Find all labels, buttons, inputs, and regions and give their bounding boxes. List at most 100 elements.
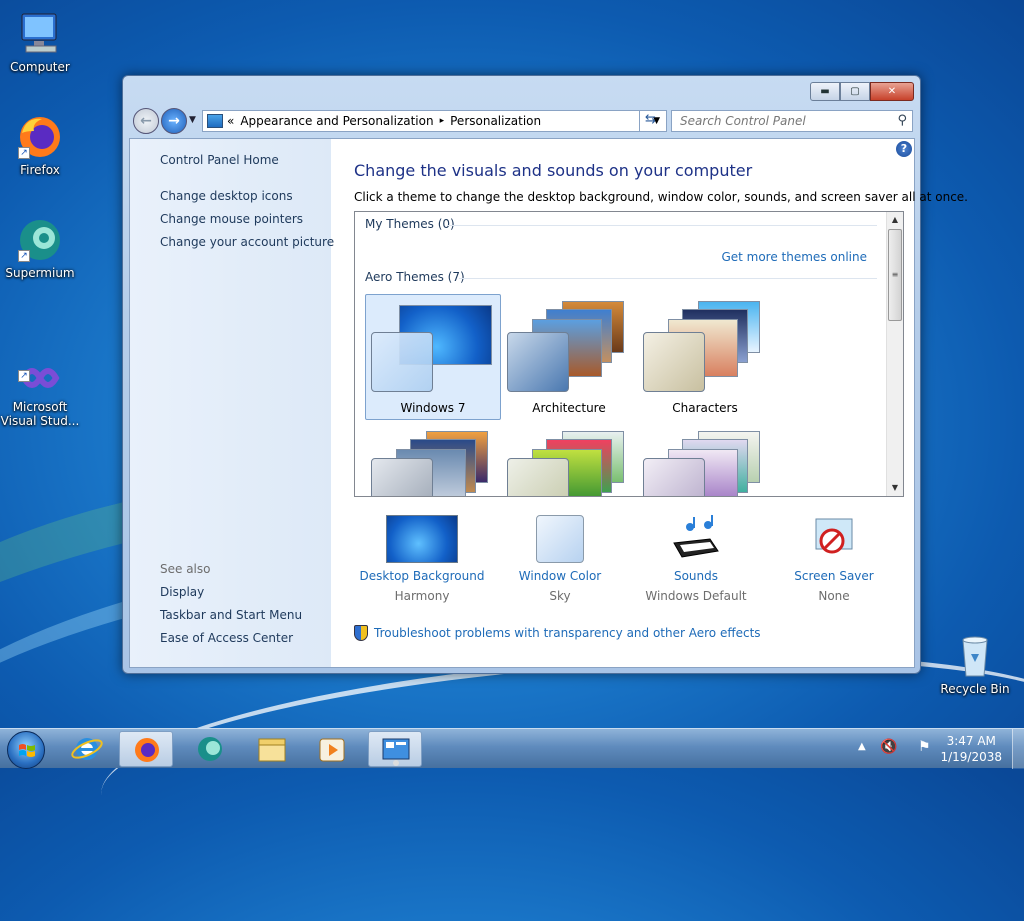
sounds-setting[interactable]: Sounds Windows Default — [626, 515, 766, 603]
taskbar-supermium[interactable] — [183, 731, 237, 767]
troubleshoot-link-text[interactable]: Troubleshoot problems with transparency … — [374, 626, 761, 640]
volume-muted-icon[interactable]: 🔇 — [880, 739, 897, 755]
task-pane: Control Panel Home Change desktop icons … — [130, 139, 334, 667]
screen-saver-icon — [808, 515, 860, 563]
desktop-background-thumbnail — [386, 515, 458, 563]
control-panel-home-link[interactable]: Control Panel Home — [160, 153, 279, 167]
action-center-flag-icon[interactable]: ⚑ — [918, 739, 931, 755]
refresh-icon[interactable]: ⇆ — [639, 110, 661, 132]
theme-architecture[interactable]: Architecture — [501, 294, 637, 420]
breadcrumb-overflow[interactable]: « — [227, 114, 234, 128]
close-button[interactable]: ✕ — [870, 82, 914, 101]
setting-title[interactable]: Sounds — [626, 569, 766, 583]
media-player-icon — [319, 738, 345, 762]
desktop-icon-recycle-bin[interactable]: Recycle Bin — [935, 632, 1015, 696]
breadcrumb-separator-icon[interactable]: ▸ — [440, 116, 445, 126]
desktop-icon-visual-studio[interactable]: ↗ Microsoft Visual Stud... — [0, 330, 80, 442]
desktop-icon-computer[interactable]: Computer — [0, 10, 80, 74]
show-hidden-icons-icon[interactable]: ▲ — [858, 741, 866, 752]
back-button[interactable]: ← — [133, 108, 159, 134]
setting-value: Windows Default — [645, 589, 747, 603]
change-account-picture-link[interactable]: Change your account picture — [160, 235, 334, 249]
taskbar-media-player[interactable] — [305, 731, 359, 767]
search-input[interactable]: Search Control Panel ⚲ — [671, 110, 913, 132]
setting-title[interactable]: Window Color — [490, 569, 630, 583]
search-icon[interactable]: ⚲ — [897, 113, 907, 128]
visual-studio-icon: ↗ — [16, 344, 64, 388]
theme-partial-1[interactable] — [365, 424, 501, 496]
taskbar-firefox[interactable] — [119, 731, 173, 767]
supermium-icon — [198, 737, 222, 761]
forward-button[interactable]: → — [161, 108, 187, 134]
theme-windows-7[interactable]: Windows 7 — [365, 294, 501, 420]
desktop-icon-firefox[interactable]: ↗ Firefox — [0, 113, 80, 177]
scroll-down-icon[interactable]: ▼ — [887, 480, 903, 496]
setting-title[interactable]: Desktop Background — [352, 569, 492, 583]
ease-of-access-link[interactable]: Ease of Access Center — [160, 631, 293, 645]
page-description: Click a theme to change the desktop back… — [354, 190, 968, 204]
screen-saver-setting[interactable]: Screen Saver None — [764, 515, 904, 603]
minimize-button[interactable]: ▬ — [810, 82, 840, 101]
theme-label: Characters — [672, 401, 738, 415]
troubleshoot-link[interactable]: Troubleshoot problems with transparency … — [354, 625, 761, 641]
theme-list-scrollbar[interactable]: ▲ ≡ ▼ — [886, 212, 903, 496]
recycle-bin-icon — [951, 632, 999, 680]
internet-explorer-icon — [71, 738, 103, 760]
my-themes-group-label: My Themes (0) — [365, 217, 455, 231]
setting-value: Harmony — [394, 589, 450, 603]
theme-color-swatch — [371, 332, 433, 392]
control-panel-icon — [382, 738, 410, 766]
clock-date: 1/19/2038 — [940, 750, 1002, 764]
group-divider — [459, 278, 877, 279]
windows-logo-icon — [19, 744, 35, 757]
taskbar-control-panel[interactable] — [368, 731, 422, 767]
page-title: Change the visuals and sounds on your co… — [354, 161, 753, 180]
setting-title[interactable]: Screen Saver — [764, 569, 904, 583]
theme-list: My Themes (0) Get more themes online Aer… — [354, 211, 904, 497]
setting-value: None — [818, 589, 850, 603]
taskbar-internet-explorer[interactable] — [60, 731, 114, 767]
clock[interactable]: 3:47 AM 1/19/2038 — [940, 733, 1002, 765]
notification-area: ▲ 🔇 ⚑ 3:47 AM 1/19/2038 — [834, 729, 1024, 769]
taskbar-explorer[interactable] — [245, 731, 299, 767]
display-link[interactable]: Display — [160, 585, 204, 599]
desktop-icon-label: Microsoft Visual Stud... — [0, 400, 80, 428]
firefox-icon — [135, 738, 159, 762]
aero-themes-group-label: Aero Themes (7) — [365, 270, 465, 284]
breadcrumb-appearance[interactable]: Appearance and Personalization — [240, 114, 433, 128]
start-button[interactable] — [7, 731, 45, 769]
taskbar: ▲ 🔇 ⚑ 3:47 AM 1/19/2038 — [0, 728, 1024, 769]
recent-pages-dropdown-icon[interactable]: ▼ — [189, 115, 196, 125]
theme-settings-row: Desktop Background Harmony Window Color … — [354, 515, 874, 615]
computer-icon — [16, 10, 64, 58]
caption-buttons: ▬ ▢ ✕ — [810, 82, 914, 101]
change-mouse-pointers-link[interactable]: Change mouse pointers — [160, 212, 303, 226]
desktop-icon-supermium[interactable]: ↗ Supermium — [0, 216, 80, 280]
taskbar-start-menu-link[interactable]: Taskbar and Start Menu — [160, 608, 302, 622]
get-more-themes-link[interactable]: Get more themes online — [721, 250, 867, 264]
desktop-background-setting[interactable]: Desktop Background Harmony — [352, 515, 492, 603]
theme-partial-2[interactable] — [501, 424, 637, 496]
scrollbar-thumb[interactable]: ≡ — [888, 229, 902, 321]
window-content: Control Panel Home Change desktop icons … — [129, 138, 968, 668]
address-bar[interactable]: « Appearance and Personalization ▸ Perso… — [202, 110, 667, 132]
help-icon[interactable]: ? — [896, 141, 912, 157]
theme-partial-3[interactable] — [637, 424, 773, 496]
setting-value: Sky — [549, 589, 571, 603]
scroll-up-icon[interactable]: ▲ — [887, 212, 903, 228]
desktop-icon-label: Firefox — [20, 163, 60, 177]
window-color-setting[interactable]: Window Color Sky — [490, 515, 630, 603]
show-desktop-button[interactable] — [1012, 729, 1024, 769]
shield-icon — [354, 625, 368, 641]
maximize-button[interactable]: ▢ — [840, 82, 870, 101]
navigation-bar: ← → ▼ « Appearance and Personalization ▸… — [129, 106, 915, 134]
breadcrumb-personalization[interactable]: Personalization — [450, 114, 541, 128]
main-pane: ? Change the visuals and sounds on your … — [331, 139, 968, 667]
window-color-swatch — [536, 515, 584, 563]
change-desktop-icons-link[interactable]: Change desktop icons — [160, 189, 293, 203]
desktop-icon-label: Computer — [10, 60, 70, 74]
search-placeholder: Search Control Panel — [680, 114, 806, 128]
theme-characters[interactable]: Characters — [637, 294, 773, 420]
control-panel-icon — [207, 114, 223, 128]
firefox-icon: ↗ — [16, 113, 64, 161]
